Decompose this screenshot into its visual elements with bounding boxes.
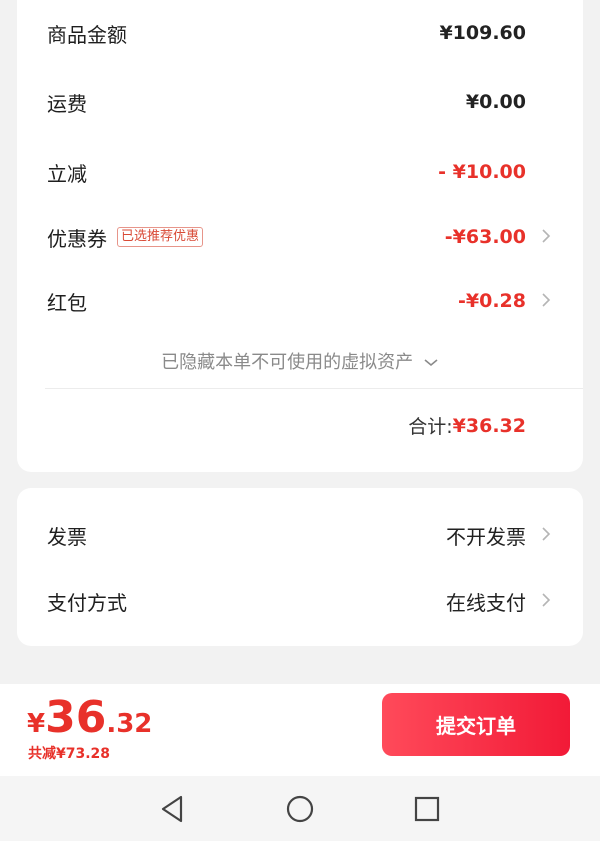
payment-method-label: 支付方式 <box>47 590 127 615</box>
invoice-value: 不开发票 <box>446 524 526 549</box>
goods-amount-value: ¥109.60 <box>439 22 526 44</box>
chevron-right-icon[interactable] <box>541 226 551 246</box>
submit-order-button[interactable]: 提交订单 <box>382 693 570 756</box>
total-value: ¥36.32 <box>452 414 526 437</box>
recommended-coupon-badge: 已选推荐优惠 <box>117 227 204 247</box>
row-coupon[interactable]: 优惠券 已选推荐优惠 -¥63.00 <box>47 217 583 257</box>
row-shipping: 运费 ¥0.00 <box>47 82 583 122</box>
coupon-label: 优惠券 <box>47 226 107 251</box>
invoice-label: 发票 <box>47 524 87 549</box>
total-saved: 共减¥73.28 <box>28 746 111 762</box>
recent-square-icon[interactable] <box>412 794 442 824</box>
row-red-packet[interactable]: 红包 -¥0.28 <box>47 281 583 321</box>
row-invoice[interactable]: 发票 不开发票 <box>47 515 583 555</box>
row-goods-amount: 商品金额 ¥109.60 <box>47 13 583 53</box>
chevron-down-icon <box>424 359 438 367</box>
price-summary-card: 商品金额 ¥109.60 运费 ¥0.00 立减 - ¥10.00 优惠券 已选… <box>17 0 583 472</box>
checkout-bar: ¥ 36 .32 共减¥73.28 提交订单 <box>0 684 600 776</box>
hidden-assets-text: 已隐藏本单不可使用的虚拟资产 <box>161 352 414 373</box>
invoice-payment-card: 发票 不开发票 支付方式 在线支付 <box>17 488 583 646</box>
back-triangle-icon[interactable] <box>157 794 187 824</box>
total-label: 合计: <box>408 416 453 438</box>
red-packet-label: 红包 <box>47 290 87 315</box>
shipping-value: ¥0.00 <box>465 91 526 113</box>
coupon-value: -¥63.00 <box>444 226 526 248</box>
shipping-label: 运费 <box>47 91 87 116</box>
chevron-right-icon[interactable] <box>541 590 551 610</box>
home-circle-icon[interactable] <box>285 794 315 824</box>
payment-method-value: 在线支付 <box>446 590 526 615</box>
instant-discount-value: - ¥10.00 <box>438 161 526 183</box>
payable-price: ¥ 36 .32 <box>27 694 152 742</box>
instant-discount-label: 立减 <box>47 161 87 186</box>
chevron-right-icon[interactable] <box>541 290 551 310</box>
currency-symbol: ¥ <box>27 709 46 739</box>
row-instant-discount: 立减 - ¥10.00 <box>47 152 583 192</box>
price-integer: 36 <box>45 692 107 743</box>
row-payment-method[interactable]: 支付方式 在线支付 <box>47 581 583 621</box>
hidden-assets-toggle[interactable]: 已隐藏本单不可使用的虚拟资产 <box>17 348 583 374</box>
chevron-right-icon[interactable] <box>541 524 551 544</box>
price-decimal: .32 <box>106 709 153 739</box>
red-packet-value: -¥0.28 <box>458 290 526 312</box>
divider <box>45 388 583 389</box>
system-nav-bar <box>0 776 600 841</box>
order-total: 合计: ¥36.32 <box>408 412 526 439</box>
goods-amount-label: 商品金额 <box>47 22 127 47</box>
